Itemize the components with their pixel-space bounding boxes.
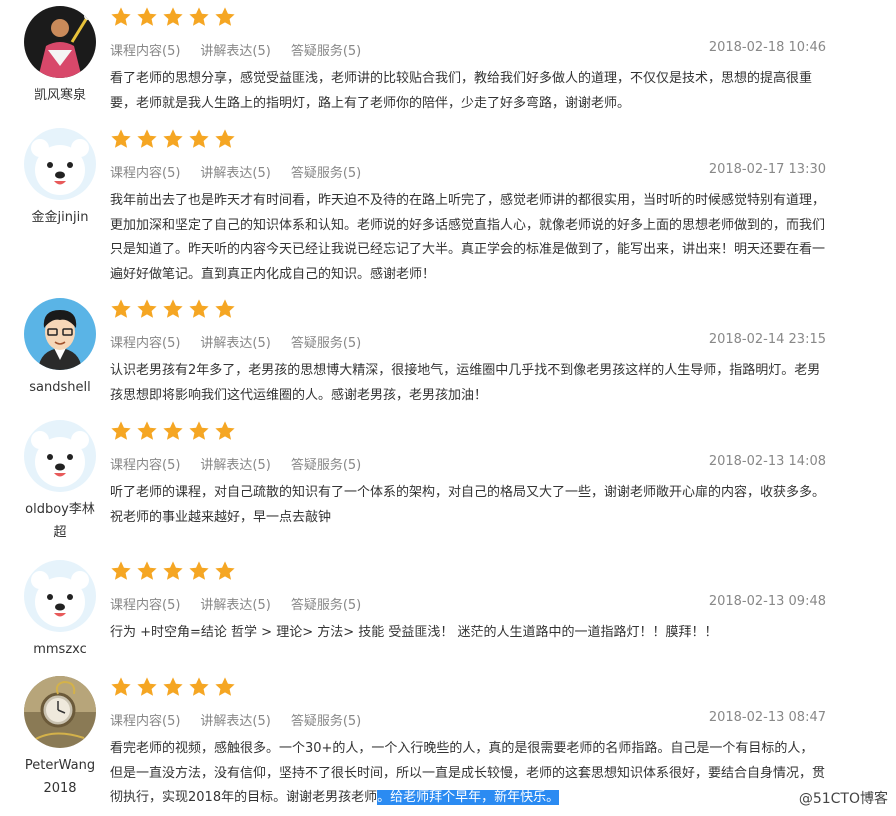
star-icon [137, 421, 157, 440]
review-date: 2018-02-18 10:46 [708, 40, 826, 55]
star-icon [215, 7, 235, 26]
star-icon [137, 677, 157, 696]
star-icon [215, 561, 235, 580]
star-icon [215, 421, 235, 440]
review-date: 2018-02-17 13:30 [708, 162, 826, 177]
score-course-content: 课程内容(5) [110, 598, 181, 613]
review-text: 行为 +时空角=结论 哲学 > 理论> 方法> 技能 受益匪浅！ 迷茫的人生道路… [110, 625, 718, 640]
star-icon [163, 561, 183, 580]
score-explanation: 讲解表达(5) [200, 336, 271, 351]
star-icon [189, 561, 209, 580]
star-icon [215, 129, 235, 148]
star-icon [189, 7, 209, 26]
score-qa-service: 答疑服务(5) [290, 336, 362, 351]
avatar[interactable] [24, 676, 96, 748]
user-name[interactable]: mmszxc [22, 638, 98, 661]
star-icon [137, 561, 157, 580]
review-author: oldboy李林超 [22, 420, 98, 544]
star-icon [189, 421, 209, 440]
star-rating [110, 128, 826, 154]
score-qa-service: 答疑服务(5) [290, 44, 362, 59]
score-course-content: 课程内容(5) [110, 458, 181, 473]
review-text: 我年前出去了也是昨天才有时间看，昨天迫不及待的在路上听完了，感觉老师讲的都很实用… [110, 193, 826, 282]
star-icon [189, 129, 209, 148]
review-date: 2018-02-13 08:47 [708, 710, 826, 725]
review-meta: 课程内容(5) 讲解表达(5) 答疑服务(5) 2018-02-13 14:08 [110, 454, 826, 474]
user-name[interactable]: 凯风寒泉 [22, 84, 98, 107]
review-text: 听了老师的课程，对自己疏散的知识有了一个体系的架构，对自己的格局又大了一些，谢谢… [110, 485, 826, 525]
review-date: 2018-02-13 14:08 [708, 454, 826, 469]
star-rating [110, 420, 826, 446]
review-meta: 课程内容(5) 讲解表达(5) 答疑服务(5) 2018-02-13 08:47 [110, 710, 826, 730]
watermark: @51CTO博客 [798, 791, 888, 807]
score-qa-service: 答疑服务(5) [290, 714, 362, 729]
avatar[interactable] [24, 560, 96, 632]
star-icon [111, 129, 131, 148]
review-author: PeterWang2018 [22, 676, 98, 800]
star-icon [111, 677, 131, 696]
star-icon [163, 677, 183, 696]
score-qa-service: 答疑服务(5) [290, 598, 362, 613]
star-icon [163, 421, 183, 440]
star-icon [137, 7, 157, 26]
star-rating [110, 676, 826, 702]
score-course-content: 课程内容(5) [110, 336, 181, 351]
review-meta: 课程内容(5) 讲解表达(5) 答疑服务(5) 2018-02-18 10:46 [110, 40, 826, 60]
avatar[interactable] [24, 420, 96, 492]
user-name[interactable]: 金金jinjin [22, 206, 98, 229]
star-icon [111, 421, 131, 440]
review-author: 金金jinjin [22, 128, 98, 229]
star-icon [111, 7, 131, 26]
star-rating [110, 560, 826, 586]
star-rating [110, 298, 826, 324]
review-text: 认识老男孩有2年多了，老男孩的思想博大精深，很接地气，运维圈中几乎找不到像老男孩… [110, 363, 821, 403]
user-name[interactable]: PeterWang2018 [22, 754, 98, 800]
score-explanation: 讲解表达(5) [200, 458, 271, 473]
star-icon [189, 299, 209, 318]
star-icon [215, 299, 235, 318]
user-name[interactable]: sandshell [22, 376, 98, 399]
review-text: 看了老师的思想分享，感觉受益匪浅，老师讲的比较贴合我们，教给我们好多做人的道理，… [110, 71, 813, 111]
review-author: mmszxc [22, 560, 98, 661]
review-date: 2018-02-14 23:15 [708, 332, 826, 347]
star-icon [163, 129, 183, 148]
score-qa-service: 答疑服务(5) [290, 458, 362, 473]
review-date: 2018-02-13 09:48 [708, 594, 826, 609]
avatar[interactable] [24, 298, 96, 370]
selected-text[interactable]: 。给老师拜个早年，新年快乐。 [377, 790, 560, 805]
score-explanation: 讲解表达(5) [200, 44, 271, 59]
star-icon [163, 7, 183, 26]
star-icon [111, 299, 131, 318]
star-icon [189, 677, 209, 696]
review-meta: 课程内容(5) 讲解表达(5) 答疑服务(5) 2018-02-17 13:30 [110, 162, 826, 182]
review-text: 看完老师的视频，感触很多。一个30+的人，一个入行晚些的人，真的是很需要老师的名… [110, 741, 826, 805]
score-explanation: 讲解表达(5) [200, 598, 271, 613]
score-explanation: 讲解表达(5) [200, 166, 271, 181]
score-course-content: 课程内容(5) [110, 166, 181, 181]
review-author: 凯风寒泉 [22, 6, 98, 107]
review-meta: 课程内容(5) 讲解表达(5) 答疑服务(5) 2018-02-13 09:48 [110, 594, 826, 614]
score-explanation: 讲解表达(5) [200, 714, 271, 729]
avatar[interactable] [24, 128, 96, 200]
star-icon [137, 129, 157, 148]
score-qa-service: 答疑服务(5) [290, 166, 362, 181]
score-course-content: 课程内容(5) [110, 714, 181, 729]
review-author: sandshell [22, 298, 98, 399]
star-icon [111, 561, 131, 580]
user-name[interactable]: oldboy李林超 [22, 498, 98, 544]
star-icon [163, 299, 183, 318]
score-course-content: 课程内容(5) [110, 44, 181, 59]
star-rating [110, 6, 826, 32]
review-meta: 课程内容(5) 讲解表达(5) 答疑服务(5) 2018-02-14 23:15 [110, 332, 826, 352]
star-icon [137, 299, 157, 318]
avatar[interactable] [24, 6, 96, 78]
star-icon [215, 677, 235, 696]
